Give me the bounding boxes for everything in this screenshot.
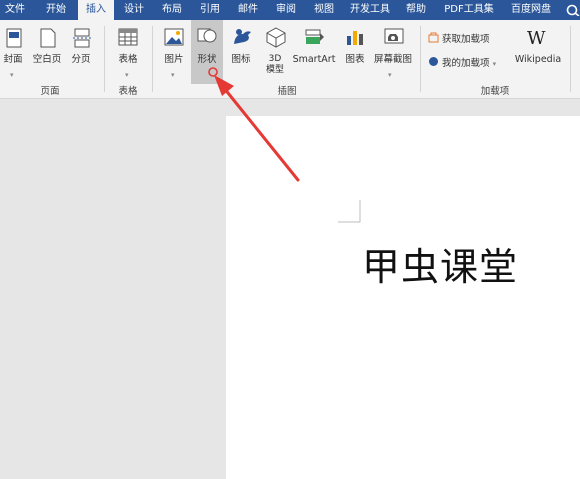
annotation-arrow-icon bbox=[214, 75, 300, 182]
